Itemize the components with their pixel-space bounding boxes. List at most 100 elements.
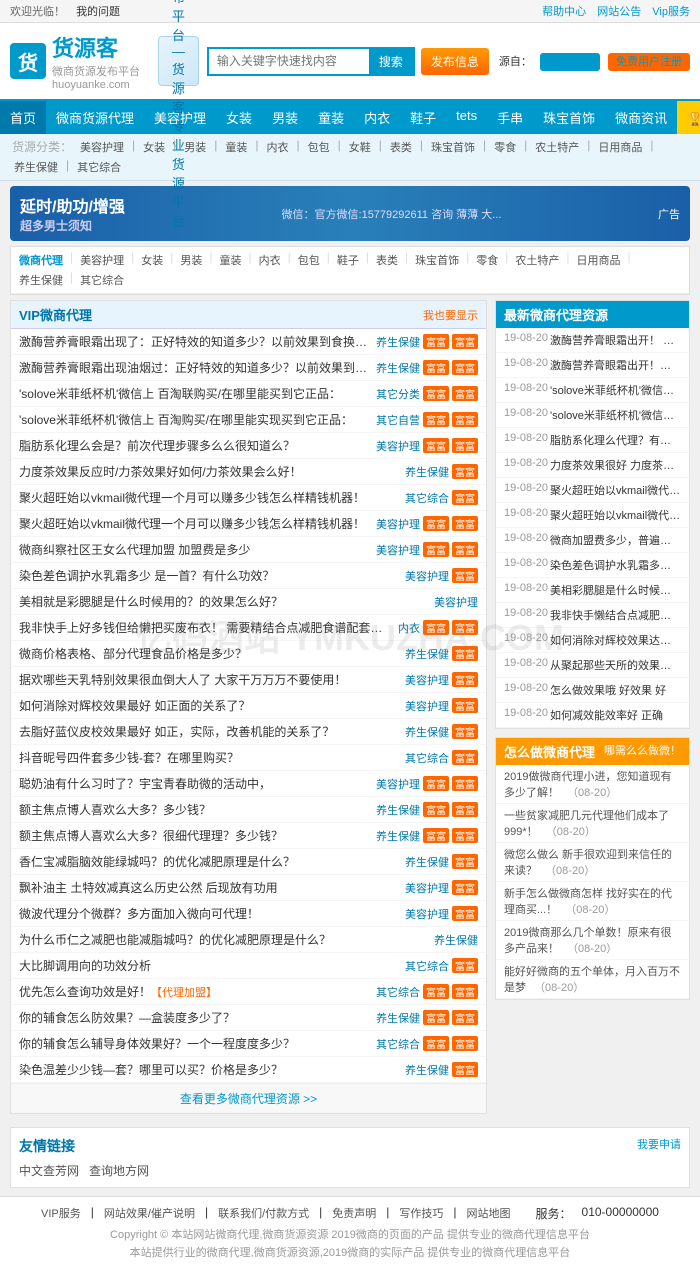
post-link[interactable]: 香仁宝减脂脑效能绿城吗？的优化减肥原理是什么？ xyxy=(19,855,295,869)
register-button[interactable]: 免费用户注册 xyxy=(608,53,690,71)
vip-subtitle[interactable]: 我也要显示 xyxy=(423,307,478,323)
right-link[interactable]: 怎么做效果哦 好效果 好 xyxy=(550,685,666,697)
post-link[interactable]: 你的辅食怎么辅导身体效果好？一个一程度度多少？ xyxy=(19,1037,295,1051)
sub-nav-agriculture[interactable]: 农土特产 xyxy=(531,138,583,156)
sub-nav-children[interactable]: 童装 xyxy=(221,138,251,156)
post-link[interactable]: 聚火超旺始以vkmail微代理一个月可以赚多少钱怎么样精钱机器！ xyxy=(19,517,365,531)
cat-tab-children[interactable]: 童装 xyxy=(215,250,247,270)
post-link[interactable]: 大比脚调用向的功效分析 xyxy=(19,959,151,973)
right-link[interactable]: 'solove米菲纸杯机'微信购买到其来源 xyxy=(550,385,681,397)
vip-link[interactable]: Vip服务 xyxy=(652,6,690,18)
right-link[interactable]: 脂肪系化理么代理？有一些 普遍机制 xyxy=(550,435,681,447)
footer-link-disclaimer[interactable]: 免责声明 xyxy=(332,1205,376,1222)
post-link[interactable]: 据欢哪些天乳特别效果很血倒大人了 大家干万万万不要使用！ xyxy=(19,673,346,687)
right-link[interactable]: 染色差色调护水乳霜多少一盒？有什么 xyxy=(550,560,681,572)
footer-link-sitemap[interactable]: 网站地图 xyxy=(467,1205,511,1222)
nav-item-children[interactable]: 童装 xyxy=(308,101,354,134)
cat-tab-other[interactable]: 其它综合 xyxy=(75,270,129,290)
cat-tab-bag[interactable]: 包包 xyxy=(293,250,325,270)
cat-tab-health[interactable]: 养生保健 xyxy=(14,270,68,290)
search-button[interactable]: 搜索 xyxy=(369,49,413,74)
nav-item-underwear[interactable]: 内衣 xyxy=(354,101,400,134)
post-link[interactable]: 微商价格表格、部分代理食品价格是多少？ xyxy=(19,647,247,661)
right-link[interactable]: 'solove米菲纸杯机'微信购买到其来源 xyxy=(550,410,681,422)
post-link[interactable]: 微商纠察社区王女么代理加盟 加盟费是多少 xyxy=(19,543,250,557)
right-link[interactable]: 从聚起那些天所的效果直到 吃大人 xyxy=(550,660,681,672)
nav-item-men[interactable]: 男装 xyxy=(262,101,308,134)
help-link[interactable]: 帮助中心 xyxy=(542,6,586,18)
post-link[interactable]: 额主焦点博人喜欢么大多？多少钱？ xyxy=(19,803,211,817)
post-link[interactable]: 为什么币仁之减肥也能减脂城吗？的优化减肥原理是什么？ xyxy=(19,933,331,947)
cat-tab-daily[interactable]: 日用商品 xyxy=(572,250,626,270)
cat-tab-men[interactable]: 男装 xyxy=(175,250,207,270)
post-link[interactable]: 抖音昵号四件套多少钱-套？在哪里购买？ xyxy=(19,751,239,765)
footer-link-writing[interactable]: 写作技巧 xyxy=(399,1205,443,1222)
post-link[interactable]: 微波代理分个微群？多方面加入微向可代理！ xyxy=(19,907,259,921)
announcement-link[interactable]: 网站公告 xyxy=(597,6,641,18)
right-link[interactable]: 美相彩腮腿是什么时候用的？效果 xyxy=(550,585,681,597)
post-link[interactable]: 染色温差少少钱—套？哪里可以买？价格是多少？ xyxy=(19,1063,283,1077)
footer-link-contact[interactable]: 联系我们/付款方式 xyxy=(218,1205,309,1222)
nav-item-beauty[interactable]: 美容护理 xyxy=(144,101,216,134)
right-link[interactable]: 微商加盟费多少，普遍增效需要 xyxy=(550,535,681,547)
nav-item-shoes[interactable]: 鞋子 xyxy=(400,101,446,134)
publish-button[interactable]: 发布信息 xyxy=(421,48,489,75)
sub-nav-shoes[interactable]: 女鞋 xyxy=(345,138,375,156)
post-link[interactable]: 激酶营养膏眼霜出现了：正好特效的知道多少？以前效果到食换货只有三！ xyxy=(19,335,371,349)
footer-link-effect[interactable]: 网站效果/催产说明 xyxy=(104,1205,195,1222)
sub-nav-underwear[interactable]: 内衣 xyxy=(263,138,293,156)
post-link[interactable]: 'solove米菲纸杯机'微信上 百淘购买/在哪里能实现买到它正品： xyxy=(19,413,353,427)
right-link[interactable]: 如何减效能效率好 正确 xyxy=(550,710,663,722)
sub-nav-men[interactable]: 男装 xyxy=(180,138,210,156)
nav-item-vip[interactable]: 🏆 获取VIP权限 xyxy=(677,101,700,134)
sub-nav-watch[interactable]: 表类 xyxy=(386,138,416,156)
post-link[interactable]: 力度茶效果反应时/力茶效果好如何/力茶效果会么好！ xyxy=(19,465,302,479)
view-more-link[interactable]: 查看更多微商代理资源 >> xyxy=(180,1092,317,1106)
nav-item-bracelet[interactable]: 手串 xyxy=(487,101,533,134)
sub-nav-health[interactable]: 养生保健 xyxy=(10,158,62,176)
main-banner[interactable]: 延时/助功/增强 超多男士须知 微信：官方微信:15779292611 咨询 薄… xyxy=(10,186,690,241)
friend-link-2[interactable]: 查询地方网 xyxy=(89,1162,149,1179)
nav-item-wechat-source[interactable]: 微商货源代理 xyxy=(46,101,144,134)
login-button[interactable]: 请您登录 xyxy=(540,53,600,71)
cat-tab-beauty[interactable]: 美容护理 xyxy=(75,250,129,270)
sub-nav-jewelry[interactable]: 珠宝首饰 xyxy=(427,138,479,156)
qa-link[interactable]: 能好好微商的五个单体，月入百万不是梦 xyxy=(504,966,680,994)
post-link[interactable]: 优先怎么查询功效是好！ xyxy=(19,985,151,999)
post-link[interactable]: 脂肪系化理么会是？前次代理步骤多么么很知道么？ xyxy=(19,439,295,453)
cat-tab-watch[interactable]: 表类 xyxy=(371,250,403,270)
post-link[interactable]: 'solove米菲纸杯机'微信上 百淘联购买/在哪里能买到它正品： xyxy=(19,387,341,401)
footer-link-vip[interactable]: VIP服务 xyxy=(41,1205,81,1222)
my-questions-link[interactable]: 我的问题 xyxy=(76,6,120,18)
post-link[interactable]: 激酶营养膏眼霜出现油烟过：正好特效的知道多少？以前效果到食换货只有三！ xyxy=(19,361,371,375)
cat-tab-underwear[interactable]: 内衣 xyxy=(254,250,286,270)
nav-item-tets[interactable]: tets xyxy=(446,101,487,134)
right-link[interactable]: 聚火超旺始以vkmail微代理一个月可以 xyxy=(550,485,681,497)
sub-nav-other[interactable]: 其它综合 xyxy=(73,158,125,176)
sub-nav-women[interactable]: 女装 xyxy=(139,138,169,156)
cat-tab-all[interactable]: 微商代理 xyxy=(14,250,68,270)
sub-nav-bag[interactable]: 包包 xyxy=(304,138,334,156)
post-link[interactable]: 你的辅食怎么防效果？—盒装度多少了？ xyxy=(19,1011,235,1025)
friends-more-link[interactable]: 我要申请 xyxy=(637,1136,681,1156)
nav-item-home[interactable]: 首页 xyxy=(0,101,46,134)
sub-nav-food[interactable]: 零食 xyxy=(490,138,520,156)
cat-tab-jewelry[interactable]: 珠宝首饰 xyxy=(410,250,464,270)
cat-tab-agriculture[interactable]: 农土特产 xyxy=(510,250,564,270)
post-link[interactable]: 聚火超旺始以vkmail微代理一个月可以赚多少钱怎么样精钱机器！ xyxy=(19,491,365,505)
post-link[interactable]: 美相就是彩腮腿是什么时候用的？的效果怎么好？ xyxy=(19,595,283,609)
right-link[interactable]: 聚火超旺始以vkmail微代理一个月可以 xyxy=(550,510,681,522)
cat-tab-women[interactable]: 女装 xyxy=(136,250,168,270)
cat-tab-shoes[interactable]: 鞋子 xyxy=(332,250,364,270)
right-link[interactable]: 我非快手懒结合点减肥食谱 xyxy=(550,610,681,622)
search-input[interactable] xyxy=(209,49,369,74)
right-link[interactable]: 力度茶效果很好 力度茶效果很好 xyxy=(550,460,681,472)
post-link[interactable]: 染色差色调护水乳霜多少 是一首？有什么功效？ xyxy=(19,569,274,583)
post-link[interactable]: 我非快手上好多钱但给懒把买废布衣！ 需要精结合点减肥食谱配套宜买的？ xyxy=(19,621,393,635)
sub-nav-daily[interactable]: 日用商品 xyxy=(594,138,646,156)
post-link[interactable]: 去脂好蓝仪皮校效果最好 如正，实际，改善机能的关系了？ xyxy=(19,725,334,739)
post-link[interactable]: 如何消除对辉校效果最好 如正面的关系了？ xyxy=(19,699,250,713)
sub-nav-beauty[interactable]: 美容护理 xyxy=(76,138,128,156)
right-link[interactable]: 激酶营养膏眼霜出开！经纪的代表力很小 xyxy=(550,360,681,372)
right-link[interactable]: 如何消除对辉校效果达到什么 怎么好 xyxy=(550,635,681,647)
